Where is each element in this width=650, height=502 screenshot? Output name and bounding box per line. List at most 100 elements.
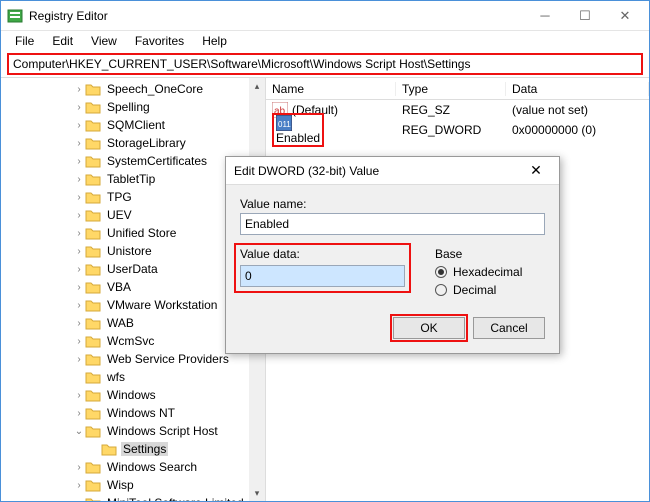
- radio-decimal[interactable]: Decimal: [435, 283, 545, 297]
- folder-icon: [85, 334, 101, 348]
- folder-icon: [85, 82, 101, 96]
- folder-icon: [85, 172, 101, 186]
- tree-item-windows-search[interactable]: ›Windows Search: [7, 458, 265, 476]
- col-header-name[interactable]: Name: [266, 82, 396, 96]
- folder-icon: [85, 370, 101, 384]
- tree-item-windows-script-host[interactable]: ⌄ Windows Script Host: [7, 422, 265, 440]
- folder-icon: [85, 496, 101, 501]
- menubar: File Edit View Favorites Help: [1, 31, 649, 51]
- folder-icon: [85, 226, 101, 240]
- tree-item-label: Web Service Providers: [105, 352, 231, 366]
- chevron-icon: ›: [73, 300, 85, 311]
- app-icon: [7, 8, 23, 24]
- tree-item-wfs[interactable]: wfs: [7, 368, 265, 386]
- value-type: REG_SZ: [396, 103, 506, 117]
- folder-icon: [85, 100, 101, 114]
- close-button[interactable]: ✕: [605, 2, 645, 30]
- col-header-data[interactable]: Data: [506, 82, 649, 96]
- cancel-button[interactable]: Cancel: [473, 317, 545, 339]
- chevron-icon: ›: [73, 264, 85, 275]
- edit-dword-dialog: Edit DWORD (32-bit) Value ✕ Value name: …: [225, 156, 560, 354]
- chevron-icon: ›: [73, 102, 85, 113]
- tree-item-label: wfs: [105, 370, 127, 384]
- tree-item-label: UEV: [105, 208, 134, 222]
- tree-item-label: MiniTool Software Limited: [105, 496, 246, 501]
- tree-item-label: Unistore: [105, 244, 154, 258]
- col-header-type[interactable]: Type: [396, 82, 506, 96]
- folder-icon: [85, 424, 101, 438]
- folder-icon: [85, 154, 101, 168]
- folder-icon: [85, 316, 101, 330]
- folder-icon: [85, 388, 101, 402]
- scroll-down-arrow[interactable]: ▾: [249, 485, 265, 501]
- scroll-up-arrow[interactable]: ▴: [249, 78, 265, 94]
- address-bar[interactable]: Computer\HKEY_CURRENT_USER\Software\Micr…: [7, 53, 643, 75]
- chevron-icon: ⌄: [73, 426, 85, 437]
- maximize-button[interactable]: ☐: [565, 2, 605, 30]
- chevron-icon: ›: [73, 210, 85, 221]
- tree-item-label: Wisp: [105, 478, 136, 492]
- tree-item-windows[interactable]: › Windows: [7, 386, 265, 404]
- dialog-title: Edit DWORD (32-bit) Value: [234, 164, 521, 178]
- dialog-close-button[interactable]: ✕: [521, 162, 551, 179]
- window-buttons: ─ ☐ ✕: [525, 2, 645, 30]
- tree-item-label: TabletTip: [105, 172, 157, 186]
- tree-item-label: UserData: [105, 262, 160, 276]
- folder-icon: [85, 118, 101, 132]
- radio-dec-label: Decimal: [453, 283, 496, 297]
- radio-dot-off-icon: [435, 284, 447, 296]
- valuename-input[interactable]: [240, 213, 545, 235]
- menu-help[interactable]: Help: [194, 32, 235, 50]
- tree-item-label: StorageLibrary: [105, 136, 188, 150]
- tree-item-label: VBA: [105, 280, 133, 294]
- minimize-button[interactable]: ─: [525, 2, 565, 30]
- folder-icon: [85, 190, 101, 204]
- menu-view[interactable]: View: [83, 32, 125, 50]
- folder-icon: [85, 460, 101, 474]
- address-path: Computer\HKEY_CURRENT_USER\Software\Micr…: [13, 57, 470, 71]
- ok-button[interactable]: OK: [393, 317, 465, 339]
- tree-item-minitool-software-limited[interactable]: ›MiniTool Software Limited: [7, 494, 265, 501]
- menu-favorites[interactable]: Favorites: [127, 32, 192, 50]
- menu-edit[interactable]: Edit: [44, 32, 81, 50]
- chevron-icon: ›: [73, 246, 85, 257]
- radio-hexadecimal[interactable]: Hexadecimal: [435, 265, 545, 279]
- folder-icon: [85, 298, 101, 312]
- valuedata-input[interactable]: [240, 265, 405, 287]
- value-name: 011Enabled: [266, 115, 396, 145]
- tree-item-label: Settings: [121, 442, 168, 456]
- folder-icon: [85, 208, 101, 222]
- tree-item-windows-nt[interactable]: ›Windows NT: [7, 404, 265, 422]
- tree-item-label: Windows Search: [105, 460, 199, 474]
- chevron-icon: ›: [73, 390, 85, 401]
- chevron-icon: ›: [73, 192, 85, 203]
- base-group: Base Hexadecimal Decimal: [435, 247, 545, 297]
- folder-icon: [85, 478, 101, 492]
- tree-item-settings[interactable]: Settings: [7, 440, 265, 458]
- folder-icon: [85, 280, 101, 294]
- chevron-icon: ›: [73, 282, 85, 293]
- tree-item-wisp[interactable]: ›Wisp: [7, 476, 265, 494]
- value-row[interactable]: 011EnabledREG_DWORD0x00000000 (0): [266, 120, 649, 140]
- valuename-label: Value name:: [240, 197, 545, 211]
- radio-hex-label: Hexadecimal: [453, 265, 522, 279]
- tree-item-label: VMware Workstation: [105, 298, 219, 312]
- chevron-icon: ›: [73, 138, 85, 149]
- folder-icon: [85, 352, 101, 366]
- titlebar: Registry Editor ─ ☐ ✕: [1, 1, 649, 31]
- value-data: 0x00000000 (0): [506, 123, 649, 137]
- tree-item-label: Windows: [105, 388, 158, 402]
- tree-item-storagelibrary[interactable]: › StorageLibrary: [7, 134, 265, 152]
- tree-item-label: Windows Script Host: [105, 424, 220, 438]
- valuedata-label: Value data:: [240, 247, 405, 261]
- tree-item-label: SystemCertificates: [105, 154, 209, 168]
- tree-item-label: Speech_OneCore: [105, 82, 205, 96]
- window-title: Registry Editor: [29, 9, 525, 23]
- tree-item-label: SQMClient: [105, 118, 167, 132]
- base-label: Base: [435, 247, 545, 261]
- menu-file[interactable]: File: [7, 32, 42, 50]
- tree-item-sqmclient[interactable]: ›SQMClient: [7, 116, 265, 134]
- folder-icon: [85, 262, 101, 276]
- tree-item-speech-onecore[interactable]: ›Speech_OneCore: [7, 80, 265, 98]
- tree-item-spelling[interactable]: ›Spelling: [7, 98, 265, 116]
